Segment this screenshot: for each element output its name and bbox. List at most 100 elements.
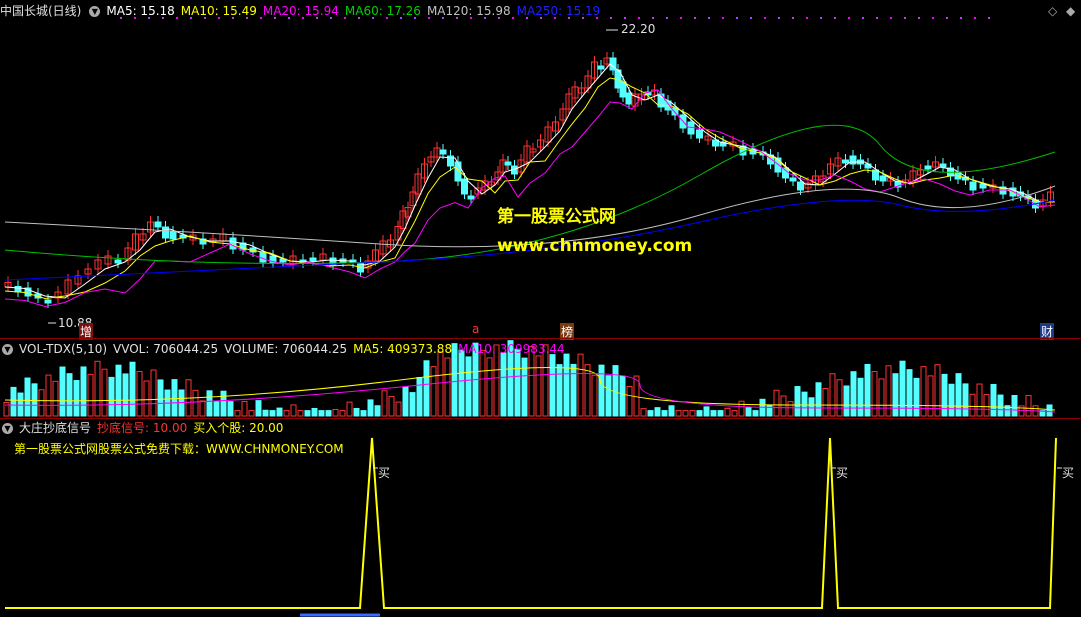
vvol-value: VVOL: 706044.25 — [113, 342, 219, 356]
volume-bar — [17, 392, 24, 417]
volume-bar — [780, 395, 787, 417]
volume-bar — [668, 405, 675, 417]
candle-body — [597, 65, 605, 70]
volume-bar — [983, 394, 990, 417]
volume-bar — [353, 407, 360, 417]
header-dot — [582, 17, 584, 19]
candle-body — [789, 177, 797, 182]
price-chart[interactable] — [0, 0, 1081, 617]
volume-bar — [437, 351, 444, 417]
header-dot — [806, 17, 808, 19]
candle-body — [154, 221, 162, 228]
header-dot — [736, 17, 738, 19]
volume-bar — [52, 380, 59, 417]
volume-bar — [773, 389, 780, 417]
header-dot — [778, 17, 780, 19]
volume-bar — [311, 407, 318, 417]
candle-body — [842, 159, 849, 164]
volume-bar — [808, 397, 815, 417]
volume-bar — [234, 410, 241, 417]
volume-bar — [360, 410, 367, 417]
volume-bar — [381, 390, 388, 417]
buy-signal-label: 买 — [378, 466, 391, 480]
header-dot — [190, 17, 192, 19]
chevron-down-icon[interactable]: ▼ — [2, 344, 13, 355]
volume-bar — [430, 366, 437, 417]
volume-bar — [374, 405, 381, 417]
volume-bar — [948, 383, 955, 417]
header-dot — [512, 17, 514, 19]
volume-header: ▼ VOL-TDX(5,10) VVOL: 706044.25 VOLUME: 706… — [0, 339, 571, 359]
signal-value: 抄底信号: 10.00 — [97, 421, 188, 435]
header-dot — [988, 17, 990, 19]
volume-bar — [857, 377, 864, 417]
volume-bar — [752, 410, 759, 417]
volume-bar — [535, 355, 542, 417]
header-dot — [918, 17, 920, 19]
volume-bar — [423, 360, 430, 417]
vol-indicator-name[interactable]: VOL-TDX(5,10) — [19, 342, 107, 356]
volume-bar — [73, 380, 80, 417]
header-dot — [498, 17, 500, 19]
vol-ma10-value: MA10: 309983.44 — [458, 342, 565, 356]
volume-bar — [500, 352, 507, 417]
header-dot — [316, 17, 318, 19]
high-price-label: 22.20 — [621, 22, 656, 36]
buy-signal-label: 买 — [1062, 466, 1075, 480]
volume-bar — [878, 378, 885, 417]
volume-bar — [101, 368, 108, 417]
volume-bar — [339, 410, 346, 417]
volume-bar — [402, 386, 409, 417]
header-dot — [890, 17, 892, 19]
volume-bar — [738, 400, 745, 417]
volume-bar — [829, 373, 836, 417]
candle-body — [696, 129, 703, 139]
volume-bar — [150, 369, 157, 417]
volume-bar — [444, 357, 451, 417]
chevron-down-icon[interactable]: ▼ — [2, 423, 13, 434]
header-dot — [302, 17, 304, 19]
volume-value: VOLUME: 706044.25 — [224, 342, 348, 356]
header-dot — [652, 17, 654, 19]
volume-bar — [59, 366, 66, 417]
volume-bar — [332, 409, 339, 417]
volume-bar — [654, 407, 661, 417]
volume-bar — [346, 401, 353, 417]
candle-body — [467, 195, 475, 200]
event-marker-a[interactable]: a — [471, 322, 480, 336]
header-dot — [568, 17, 570, 19]
volume-bar — [787, 401, 794, 417]
header-dot — [358, 17, 360, 19]
header-dot — [862, 17, 864, 19]
volume-bar — [157, 379, 164, 417]
header-dot — [876, 17, 878, 19]
header-dot — [722, 17, 724, 19]
volume-bar — [647, 410, 654, 417]
volume-bar — [801, 391, 808, 417]
volume-bar — [549, 354, 556, 417]
volume-bar — [108, 376, 115, 417]
volume-bar — [388, 395, 395, 417]
header-dot — [792, 17, 794, 19]
volume-bar — [710, 410, 717, 417]
volume-bar — [206, 390, 213, 417]
header-dot — [372, 17, 374, 19]
candle-body — [44, 299, 52, 304]
volume-bar — [843, 385, 850, 417]
indicator-name[interactable]: 大庄抄底信号 — [19, 421, 91, 435]
volume-bar — [822, 388, 829, 417]
volume-bar — [66, 373, 73, 417]
volume-bar — [255, 400, 262, 417]
header-dot — [820, 17, 822, 19]
volume-bar — [409, 392, 416, 417]
ma5-line — [4, 63, 1055, 299]
header-dot — [120, 17, 122, 19]
volume-bar — [115, 364, 122, 417]
volume-bar — [199, 400, 206, 417]
header-dot — [680, 17, 682, 19]
header-dot — [960, 17, 962, 19]
volume-bar — [297, 410, 304, 417]
volume-bar — [80, 366, 87, 417]
promo-text: 第一股票公式网股票公式免费下载：WWW.CHNMONEY.COM — [14, 442, 344, 456]
header-dot — [246, 17, 248, 19]
